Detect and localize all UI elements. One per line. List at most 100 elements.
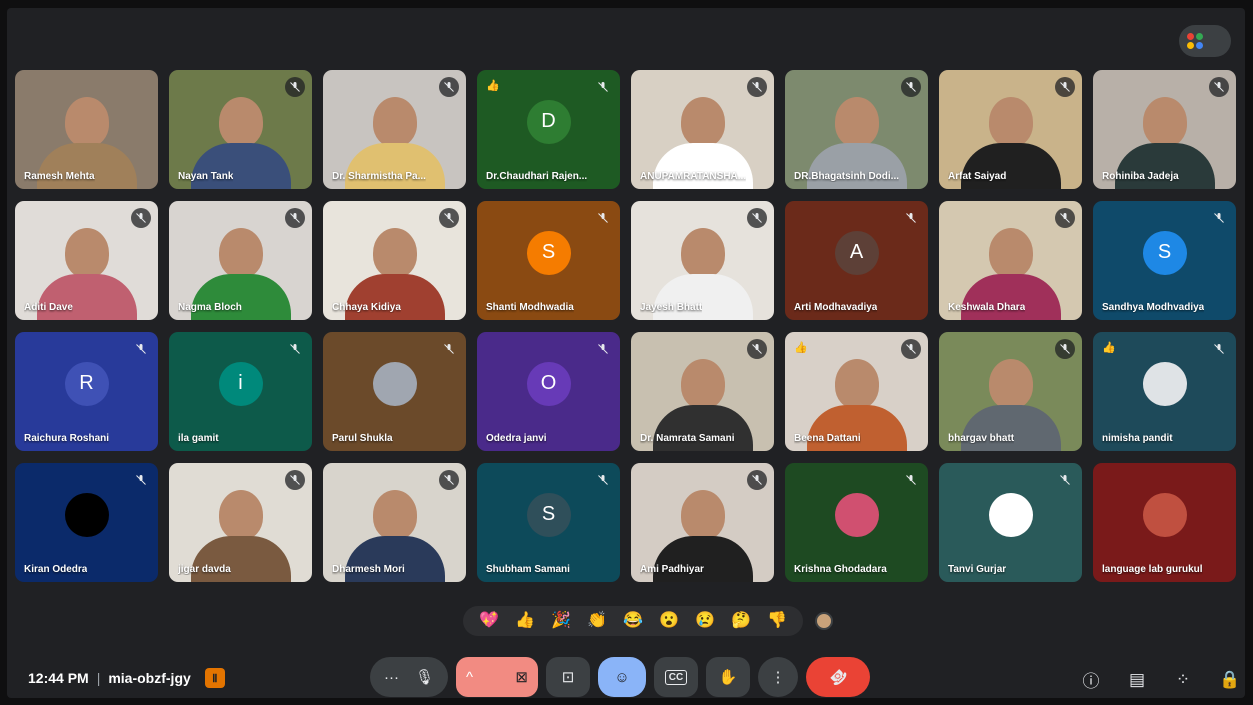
mic-off-icon	[439, 339, 459, 359]
participant-name: ANUPAMRATANSHA...	[640, 171, 747, 182]
participant-avatar	[1142, 492, 1187, 537]
emoji-button[interactable]: ☺	[598, 657, 646, 697]
host-controls-icon[interactable]: 🔒	[1219, 670, 1240, 690]
participant-name: Arfat Saiyad	[948, 171, 1007, 182]
reaction-emoji-button[interactable]: 👍	[515, 613, 535, 629]
mic-off-icon	[901, 339, 921, 359]
participant-tile[interactable]: 👍 Beena Dattani	[785, 332, 928, 451]
mic-off-icon	[1055, 208, 1075, 228]
reaction-emoji-button[interactable]: 💖	[479, 613, 499, 629]
participant-tile[interactable]: Ramesh Mehta	[15, 70, 158, 189]
participant-name: nimisha pandit	[1102, 433, 1173, 444]
mic-off-icon	[131, 470, 151, 490]
participant-tile[interactable]: Nayan Tank	[169, 70, 312, 189]
side-panel-buttons: ⓘ ▤ ⁘ 🔒	[1081, 667, 1241, 692]
camera-options-caret-icon[interactable]: ^	[466, 669, 473, 686]
participant-tile[interactable]: Dharmesh Mori	[323, 463, 466, 582]
present-icon: ⊡	[561, 669, 575, 686]
meeting-time: 12:44 PM	[28, 670, 89, 686]
participant-tile[interactable]: Ami Padhiyar	[631, 463, 774, 582]
recording-icon[interactable]: Ⅱ	[204, 668, 225, 688]
camera-off-icon[interactable]: ⊠	[515, 668, 528, 686]
meeting-details: 12:44 PM | mia-obzf-jgy Ⅱ	[28, 668, 225, 688]
chat-icon[interactable]: ▤	[1127, 670, 1147, 690]
more-options-button[interactable]: ⋮	[758, 657, 798, 697]
hang-up-icon: ☎	[825, 664, 851, 690]
present-button[interactable]: ⊡	[546, 657, 590, 697]
info-icon[interactable]: ⓘ	[1081, 667, 1101, 692]
participant-tile[interactable]: S Sandhya Modhvadiya	[1093, 201, 1236, 320]
participant-name: Parul Shukla	[332, 433, 393, 444]
participant-tile[interactable]: Parul Shukla	[323, 332, 466, 451]
participant-tile[interactable]: R Raichura Roshani	[15, 332, 158, 451]
participant-tile[interactable]: language lab gurukul	[1093, 463, 1236, 582]
participant-name: Nagma Bloch	[178, 302, 242, 313]
more-audio-options-icon[interactable]: ···	[384, 669, 399, 686]
mic-off-icon	[1209, 339, 1229, 359]
raise-hand-icon: ✋	[718, 669, 738, 686]
participant-tile[interactable]: Keshwala Dhara	[939, 201, 1082, 320]
participant-tile[interactable]: O Odedra janvi	[477, 332, 620, 451]
reaction-emoji-button[interactable]: 👎	[767, 613, 787, 629]
participant-tile[interactable]: S Shanti Modhwadia	[477, 201, 620, 320]
mic-off-icon	[285, 208, 305, 228]
participant-tile[interactable]: jigar davda	[169, 463, 312, 582]
mic-off-icon	[131, 339, 151, 359]
mic-icon[interactable]: 🎙	[415, 668, 434, 686]
participant-tile[interactable]: Krishna Ghodadara	[785, 463, 928, 582]
camera-control[interactable]: ^ ⊠	[456, 657, 538, 697]
captions-button[interactable]: CC	[654, 657, 698, 697]
participant-tile[interactable]: Nagma Bloch	[169, 201, 312, 320]
reaction-emoji-button[interactable]: 🎉	[551, 613, 571, 629]
participant-tile[interactable]: Tanvi Gurjar	[939, 463, 1082, 582]
reaction-emoji-button[interactable]: 🤔	[731, 613, 751, 629]
participant-tile[interactable]: D 👍 Dr.Chaudhari Rajen...	[477, 70, 620, 189]
mic-control[interactable]: ··· 🎙	[370, 657, 448, 697]
reaction-emoji-button[interactable]: 👏	[587, 613, 607, 629]
participant-tile[interactable]: i ila gamit	[169, 332, 312, 451]
reaction-emoji-button[interactable]: 😮	[659, 613, 679, 629]
participant-avatar: D	[526, 99, 571, 144]
participant-tile[interactable]: Kiran Odedra	[15, 463, 158, 582]
mic-off-icon	[901, 470, 921, 490]
meeting-code[interactable]: mia-obzf-jgy	[108, 670, 190, 686]
participant-name: Shubham Samani	[486, 564, 570, 575]
participant-name: Dr. Sharmistha Pa...	[332, 171, 426, 182]
participant-tile[interactable]: ANUPAMRATANSHA...	[631, 70, 774, 189]
participant-name: Ami Padhiyar	[640, 564, 704, 575]
participant-tile[interactable]: Rohiniba Jadeja	[1093, 70, 1236, 189]
participant-name: Dr. Namrata Samani	[640, 433, 735, 444]
mic-off-icon	[901, 77, 921, 97]
activities-icon[interactable]: ⁘	[1173, 670, 1193, 690]
mic-off-icon	[1055, 339, 1075, 359]
mic-off-icon	[747, 77, 767, 97]
participant-tile[interactable]: 👍 nimisha pandit	[1093, 332, 1236, 451]
mic-off-icon	[439, 77, 459, 97]
participant-tile[interactable]: Arfat Saiyad	[939, 70, 1082, 189]
mic-off-icon	[901, 208, 921, 228]
participant-tile[interactable]: Aditi Dave	[15, 201, 158, 320]
more-vert-icon: ⋮	[770, 669, 786, 686]
participant-tile[interactable]: Jayesh Bhatt	[631, 201, 774, 320]
raise-hand-button[interactable]: ✋	[706, 657, 750, 697]
meet-logo-badge[interactable]	[1179, 25, 1231, 57]
participant-tile[interactable]: bhargav bhatt	[939, 332, 1082, 451]
skin-tone-selector[interactable]	[815, 612, 833, 630]
participant-tile[interactable]: S Shubham Samani	[477, 463, 620, 582]
participant-avatar: O	[526, 361, 571, 406]
participant-tile[interactable]: A Arti Modhavadiya	[785, 201, 928, 320]
participant-tile[interactable]: Dr. Sharmistha Pa...	[323, 70, 466, 189]
leave-call-button[interactable]: ☎	[806, 657, 870, 697]
participant-name: Odedra janvi	[486, 433, 547, 444]
participant-avatar	[64, 492, 109, 537]
participant-name: Aditi Dave	[24, 302, 73, 313]
reaction-emoji-button[interactable]: 😢	[695, 613, 715, 629]
thumbs-up-reaction-icon: 👍	[794, 342, 808, 354]
reaction-emoji-button[interactable]: 😂	[623, 613, 643, 629]
participant-tile[interactable]: Chhaya Kidiya	[323, 201, 466, 320]
participant-tile[interactable]: Dr. Namrata Samani	[631, 332, 774, 451]
thumbs-up-reaction-icon: 👍	[486, 80, 500, 92]
participant-tile[interactable]: DR.Bhagatsinh Dodi...	[785, 70, 928, 189]
thumbs-up-reaction-icon: 👍	[1102, 342, 1116, 354]
mic-off-icon	[1209, 208, 1229, 228]
